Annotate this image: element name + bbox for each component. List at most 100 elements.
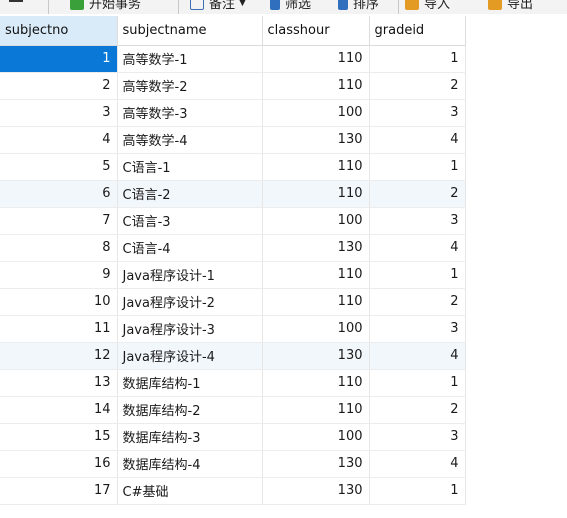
cell-classhour[interactable]: 110 xyxy=(262,153,370,181)
table-row[interactable]: 2 高等数学-2 110 2 xyxy=(0,72,466,100)
cell-subjectno[interactable]: 15 xyxy=(0,423,118,451)
cell-gradeid[interactable]: 1 xyxy=(369,477,466,505)
cell-subjectno[interactable]: 1 xyxy=(0,45,118,73)
cell-gradeid[interactable]: 4 xyxy=(369,234,466,262)
cell-classhour[interactable]: 100 xyxy=(262,207,370,235)
data-grid: subjectno subjectname classhour gradeid … xyxy=(0,16,466,505)
filter-button[interactable]: 筛选 xyxy=(270,0,311,14)
table-row[interactable]: 12 Java程序设计-4 130 4 xyxy=(0,342,466,370)
cell-subjectname[interactable]: C语言-3 xyxy=(117,207,263,235)
cell-subjectno[interactable]: 9 xyxy=(0,261,118,289)
cell-classhour[interactable]: 110 xyxy=(262,180,370,208)
table-row[interactable]: 15 数据库结构-3 100 3 xyxy=(0,423,466,451)
cell-subjectname[interactable]: Java程序设计-1 xyxy=(117,261,263,289)
note-button[interactable]: 备注 ▼ xyxy=(190,0,246,14)
export-button[interactable]: 导出 xyxy=(488,0,533,14)
column-header-subjectno[interactable]: subjectno xyxy=(0,16,118,46)
cell-subjectno[interactable]: 8 xyxy=(0,234,118,262)
cell-gradeid[interactable]: 2 xyxy=(369,288,466,316)
cell-classhour[interactable]: 130 xyxy=(262,126,370,154)
cell-subjectname[interactable]: 高等数学-1 xyxy=(117,45,263,73)
table-row[interactable]: 6 C语言-2 110 2 xyxy=(0,180,466,208)
cell-gradeid[interactable]: 2 xyxy=(369,72,466,100)
column-header-subjectname[interactable]: subjectname xyxy=(117,16,263,46)
table-row[interactable]: 4 高等数学-4 130 4 xyxy=(0,126,466,154)
import-button[interactable]: 导入 xyxy=(405,0,450,14)
cell-gradeid[interactable]: 1 xyxy=(369,369,466,397)
cell-gradeid[interactable]: 2 xyxy=(369,396,466,424)
cell-gradeid[interactable]: 4 xyxy=(369,342,466,370)
cell-subjectname[interactable]: 数据库结构-4 xyxy=(117,450,263,478)
cell-gradeid[interactable]: 4 xyxy=(369,126,466,154)
cell-gradeid[interactable]: 1 xyxy=(369,261,466,289)
cell-classhour[interactable]: 110 xyxy=(262,369,370,397)
cell-classhour[interactable]: 130 xyxy=(262,342,370,370)
column-header-classhour[interactable]: classhour xyxy=(262,16,370,46)
cell-subjectname[interactable]: 数据库结构-2 xyxy=(117,396,263,424)
cell-classhour[interactable]: 130 xyxy=(262,450,370,478)
cell-classhour[interactable]: 100 xyxy=(262,315,370,343)
cell-gradeid[interactable]: 3 xyxy=(369,99,466,127)
cell-subjectno[interactable]: 10 xyxy=(0,288,118,316)
cell-subjectno[interactable]: 5 xyxy=(0,153,118,181)
cell-classhour[interactable]: 110 xyxy=(262,288,370,316)
cell-subjectname[interactable]: C语言-1 xyxy=(117,153,263,181)
table-row[interactable]: 10 Java程序设计-2 110 2 xyxy=(0,288,466,316)
cell-gradeid[interactable]: 4 xyxy=(369,450,466,478)
table-row[interactable]: 14 数据库结构-2 110 2 xyxy=(0,396,466,424)
cell-subjectname[interactable]: 高等数学-2 xyxy=(117,72,263,100)
table-row[interactable]: 11 Java程序设计-3 100 3 xyxy=(0,315,466,343)
table-row[interactable]: 13 数据库结构-1 110 1 xyxy=(0,369,466,397)
cell-subjectno[interactable]: 12 xyxy=(0,342,118,370)
cell-subjectname[interactable]: 高等数学-3 xyxy=(117,99,263,127)
cell-subjectname[interactable]: 数据库结构-1 xyxy=(117,369,263,397)
table-row[interactable]: 7 C语言-3 100 3 xyxy=(0,207,466,235)
cell-subjectno[interactable]: 13 xyxy=(0,369,118,397)
sort-button[interactable]: 排序 xyxy=(338,0,379,14)
cell-classhour[interactable]: 110 xyxy=(262,72,370,100)
sort-icon xyxy=(338,0,348,10)
cell-classhour[interactable]: 110 xyxy=(262,261,370,289)
begin-transaction-button[interactable]: 开始事务 xyxy=(70,0,141,14)
cell-subjectname[interactable]: Java程序设计-4 xyxy=(117,342,263,370)
table-row[interactable]: 9 Java程序设计-1 110 1 xyxy=(0,261,466,289)
cell-subjectname[interactable]: Java程序设计-3 xyxy=(117,315,263,343)
cell-classhour[interactable]: 100 xyxy=(262,99,370,127)
menu-icon[interactable] xyxy=(9,0,23,2)
export-icon xyxy=(488,0,502,10)
cell-subjectno[interactable]: 14 xyxy=(0,396,118,424)
cell-subjectno[interactable]: 16 xyxy=(0,450,118,478)
cell-subjectno[interactable]: 17 xyxy=(0,477,118,505)
cell-subjectname[interactable]: C#基础 xyxy=(117,477,263,505)
column-header-gradeid[interactable]: gradeid xyxy=(369,16,466,46)
table-row[interactable]: 8 C语言-4 130 4 xyxy=(0,234,466,262)
cell-gradeid[interactable]: 3 xyxy=(369,207,466,235)
cell-gradeid[interactable]: 2 xyxy=(369,180,466,208)
cell-gradeid[interactable]: 3 xyxy=(369,423,466,451)
cell-subjectname[interactable]: C语言-4 xyxy=(117,234,263,262)
cell-subjectno[interactable]: 7 xyxy=(0,207,118,235)
cell-classhour[interactable]: 100 xyxy=(262,423,370,451)
cell-gradeid[interactable]: 3 xyxy=(369,315,466,343)
cell-classhour[interactable]: 110 xyxy=(262,396,370,424)
table-row[interactable]: 3 高等数学-3 100 3 xyxy=(0,99,466,127)
cell-classhour[interactable]: 110 xyxy=(262,45,370,73)
cell-subjectname[interactable]: Java程序设计-2 xyxy=(117,288,263,316)
cell-subjectname[interactable]: C语言-2 xyxy=(117,180,263,208)
cell-subjectno[interactable]: 4 xyxy=(0,126,118,154)
cell-subjectno[interactable]: 11 xyxy=(0,315,118,343)
cell-gradeid[interactable]: 1 xyxy=(369,45,466,73)
cell-subjectno[interactable]: 2 xyxy=(0,72,118,100)
table-row[interactable]: 16 数据库结构-4 130 4 xyxy=(0,450,466,478)
table-row[interactable]: 1 高等数学-1 110 1 xyxy=(0,45,466,73)
cell-classhour[interactable]: 130 xyxy=(262,477,370,505)
cell-subjectno[interactable]: 6 xyxy=(0,180,118,208)
cell-subjectname[interactable]: 高等数学-4 xyxy=(117,126,263,154)
begin-transaction-label: 开始事务 xyxy=(89,0,142,12)
cell-classhour[interactable]: 130 xyxy=(262,234,370,262)
cell-subjectname[interactable]: 数据库结构-3 xyxy=(117,423,263,451)
cell-gradeid[interactable]: 1 xyxy=(369,153,466,181)
table-row[interactable]: 5 C语言-1 110 1 xyxy=(0,153,466,181)
cell-subjectno[interactable]: 3 xyxy=(0,99,118,127)
table-row[interactable]: 17 C#基础 130 1 xyxy=(0,477,466,505)
